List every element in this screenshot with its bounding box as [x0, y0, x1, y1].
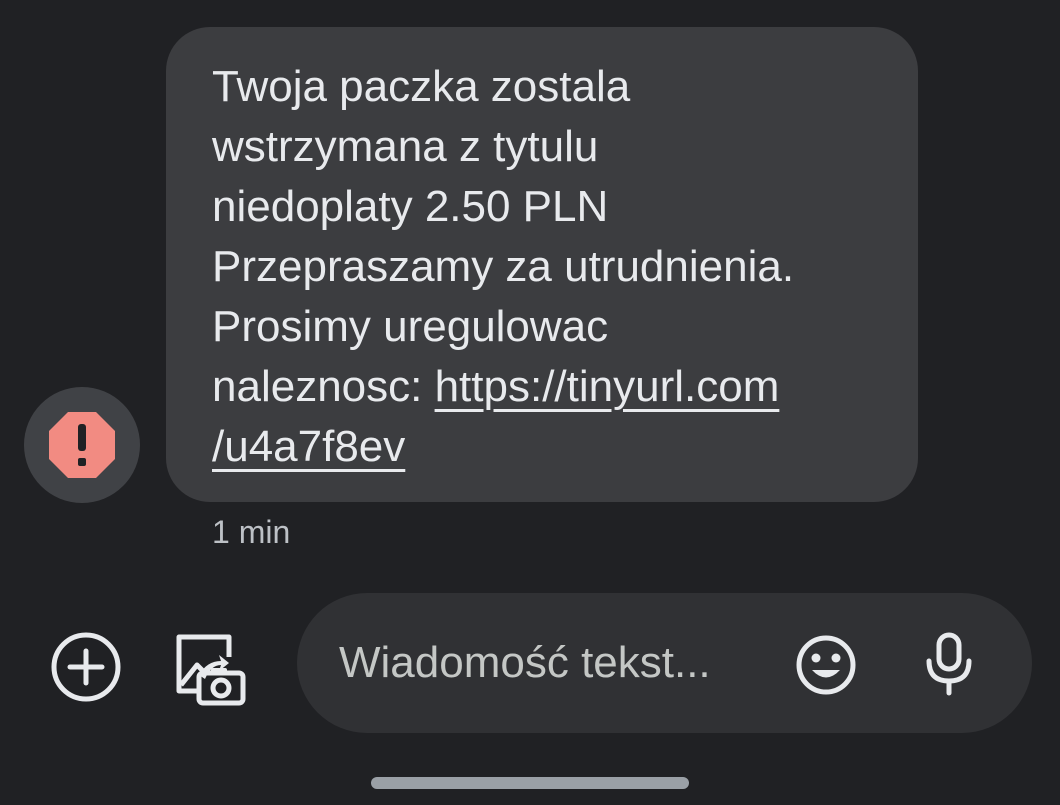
conversation-screen: Twoja paczka zostala wstrzymana z tytulu… — [0, 0, 1060, 805]
message-line: naleznosc: https://tinyurl.com — [212, 357, 878, 417]
gallery-icon — [176, 634, 246, 706]
message-bubble[interactable]: Twoja paczka zostala wstrzymana z tytulu… — [166, 27, 918, 502]
message-line: wstrzymana z tytulu — [212, 122, 599, 171]
home-indicator[interactable] — [371, 777, 689, 789]
compose-bar — [297, 593, 1032, 733]
sender-avatar[interactable] — [24, 387, 140, 503]
voice-input-button[interactable] — [917, 629, 981, 699]
message-line: Twoja paczka zostala — [212, 62, 631, 111]
emoji-button[interactable] — [794, 633, 858, 697]
message-line: niedoplaty 2.50 PLN — [212, 182, 609, 231]
message-timestamp: 1 min — [212, 514, 291, 550]
gallery-button[interactable] — [166, 624, 252, 710]
message-input[interactable] — [339, 631, 759, 695]
message-line: Prosimy uregulowac — [212, 302, 609, 351]
microphone-icon — [926, 632, 972, 696]
message-line: /u4a7f8ev — [212, 417, 878, 477]
alert-octagon-icon — [49, 412, 115, 478]
message-link-continuation[interactable]: /u4a7f8ev — [212, 422, 405, 471]
message-text: Twoja paczka zostala wstrzymana z tytulu… — [212, 57, 878, 477]
message-link[interactable]: https://tinyurl.com — [435, 362, 780, 411]
add-circle-icon — [51, 632, 121, 702]
link-prefix: naleznosc: — [212, 362, 435, 411]
message-line: Przepraszamy za utrudnienia. — [212, 242, 795, 291]
add-attachment-button[interactable] — [46, 627, 126, 707]
emoji-icon — [796, 635, 856, 695]
